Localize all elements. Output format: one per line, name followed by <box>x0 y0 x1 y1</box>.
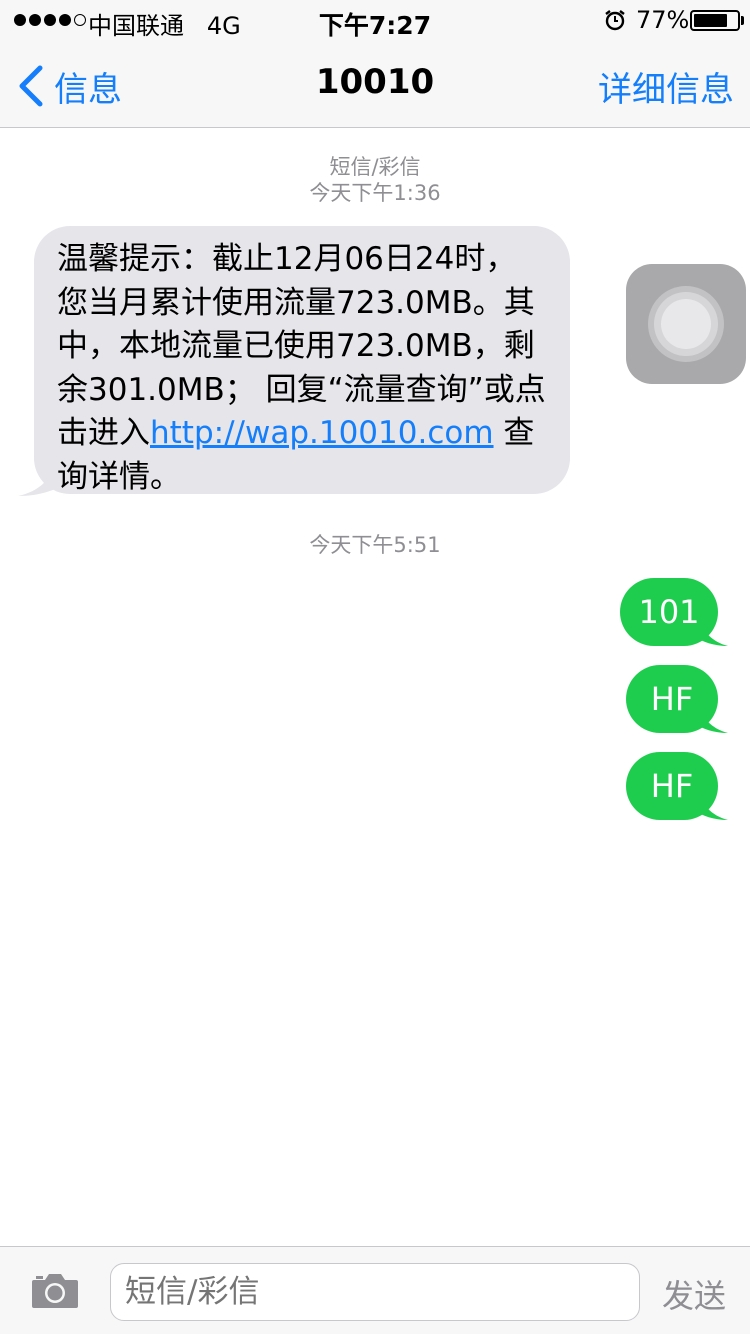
navigation-bar: 信息 10010 详细信息 <box>0 40 750 128</box>
message-timestamp: 今天下午1:36 <box>309 181 441 205</box>
outgoing-message-bubble[interactable]: HF <box>626 752 718 820</box>
battery-nub <box>741 16 744 25</box>
camera-icon[interactable] <box>30 1272 80 1310</box>
alarm-clock-icon <box>605 10 625 31</box>
details-button[interactable]: 详细信息 <box>598 62 734 111</box>
battery-level-fill <box>694 14 727 27</box>
message-type-label: 短信/彩信 <box>329 155 421 179</box>
battery-percentage: 77% <box>636 6 690 34</box>
incoming-message-text: 温馨提示：截止12月06日24时，您当月累计使用流量723.0MB。其中，本地流… <box>57 238 547 499</box>
send-button[interactable]: 发送 <box>662 1271 726 1317</box>
assistive-touch-center <box>661 299 711 349</box>
outgoing-message-bubble[interactable]: HF <box>626 665 718 733</box>
message-timestamp: 今天下午5:51 <box>309 533 441 557</box>
message-link[interactable]: http://wap.10010.com <box>150 415 494 451</box>
assistive-touch-button[interactable] <box>626 264 746 384</box>
status-bar: 中国联通 4G 下午7:27 77% <box>0 0 750 40</box>
message-input-bar: 发送 <box>0 1246 750 1334</box>
message-input[interactable] <box>110 1263 640 1321</box>
battery-icon <box>690 10 740 31</box>
outgoing-message-bubble[interactable]: 101 <box>620 578 718 646</box>
